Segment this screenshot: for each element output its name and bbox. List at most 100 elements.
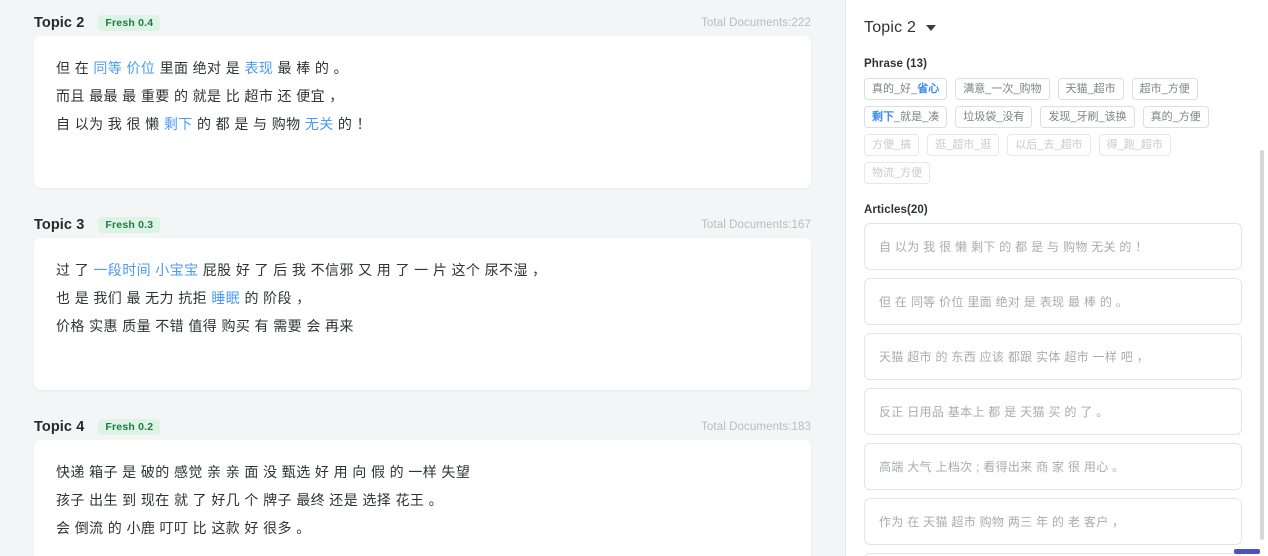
phrase-text: 方便_搞 (872, 139, 912, 151)
document-text: 最 棒 的 。 (273, 60, 349, 76)
document-line: 也 是 我们 最 无力 抗拒 睡眠 的 阶段 ， (56, 284, 789, 312)
phrase-tag-list: 真的_好_省心 满意_一次_购物 天猫_超市 超市_方便剩下_就是_凑 垃圾袋_没有 发现… (864, 78, 1234, 184)
article-card[interactable]: 反正 日用品 基本上 都 是 天猫 买 的 了 。 (864, 388, 1242, 435)
document-text: 但 在 (56, 60, 94, 76)
phrase-section-label: Phrase (13) (864, 58, 928, 70)
article-card[interactable]: 作为 在 天猫 超市 购物 两三 年 的 老 客户 ， (864, 498, 1242, 545)
article-text: 但 在 同等 价位 里面 绝对 是 表现 最 棒 的 。 (879, 295, 1129, 309)
article-text: 反正 日用品 基本上 都 是 天猫 买 的 了 。 (879, 405, 1109, 419)
article-card[interactable]: 但 在 同等 价位 里面 绝对 是 表现 最 棒 的 。 (864, 278, 1242, 325)
document-text: 的 阶段 ， (240, 290, 311, 306)
topics-list: Topic 2 Fresh 0.4 Total Documents:222 但 在 同… (0, 0, 845, 556)
phrase-tag[interactable]: 剩下_就是_凑 (864, 106, 948, 128)
phrase-text: 真的_好_ (872, 83, 918, 95)
scrollbar-thumb[interactable] (1260, 150, 1264, 540)
articles-section-label: Articles(20) (864, 204, 928, 216)
article-card[interactable]: 自 以为 我 很 懒 剩下 的 都 是 与 购物 无关 的 ！ (864, 223, 1242, 270)
topic-selector-dropdown[interactable]: Topic 2 (864, 14, 1242, 42)
article-text: 自 以为 我 很 懒 剩下 的 都 是 与 购物 无关 的 ！ (879, 240, 1148, 254)
phrase-tag[interactable]: 以后_去_超市 (1007, 134, 1091, 156)
document-text: 过 了 (56, 262, 94, 278)
phrase-tag[interactable]: 发现_牙刷_该换 (1040, 106, 1135, 128)
phrase-tag[interactable]: 天猫_超市 (1057, 78, 1124, 100)
document-line: 孩子 出生 到 现在 就 了 好几 个 牌子 最终 还是 选择 花王 。 (56, 486, 789, 514)
phrase-tag[interactable]: 真的_好_省心 (864, 78, 948, 100)
topic-header: Topic 2 Fresh 0.4 Total Documents:222 (34, 0, 811, 36)
topics-panel: Topic 2 Fresh 0.4 Total Documents:222 但 在 同… (0, 0, 845, 556)
topic-header: Topic 4 Fresh 0.2 Total Documents:183 (34, 404, 811, 440)
keyword-highlight: 同等 价位 (93, 60, 156, 76)
phrase-tag[interactable]: 得_跑_超市 (1098, 134, 1171, 156)
phrase-tag[interactable]: 垃圾袋_没有 (955, 106, 1033, 128)
topic-block: Topic 3 Fresh 0.3 Total Documents:167 过 了 一… (0, 202, 845, 390)
phrase-text: _就是_凑 (894, 111, 940, 123)
phrase-text: 垃圾袋_没有 (963, 111, 1025, 123)
phrase-text: 超市_方便 (1139, 83, 1190, 95)
topic-documents-card[interactable]: 过 了 一段时间 小宝宝 屁股 好 了 后 我 不信邪 又 用 了 一 片 这个… (34, 238, 811, 390)
document-line: 自 以为 我 很 懒 剩下 的 都 是 与 购物 无关 的 ！ (56, 110, 789, 138)
phrase-text: 物流_方便 (872, 167, 923, 179)
document-line: 价格 实惠 质量 不错 值得 购买 有 需要 会 再来 (56, 312, 789, 340)
document-text: 的 都 是 与 购物 (192, 116, 305, 132)
freshness-badge: Fresh 0.4 (98, 14, 161, 32)
phrase-tag[interactable]: 逛_超市_逛 (927, 134, 1000, 156)
article-text: 作为 在 天猫 超市 购物 两三 年 的 老 客户 ， (879, 515, 1125, 529)
freshness-badge: Fresh 0.3 (98, 216, 161, 234)
phrase-text: 真的_方便 (1150, 111, 1201, 123)
document-text: 孩子 出生 到 现在 就 了 好几 个 牌子 最终 还是 选择 花王 。 (56, 492, 443, 508)
document-text: 价格 实惠 质量 不错 值得 购买 有 需要 会 再来 (56, 318, 354, 334)
topic-title: Topic 2 (34, 15, 85, 31)
topic-documents-card[interactable]: 快递 箱子 是 破的 感觉 亲 亲 面 没 甄选 好 用 向 假 的 一样 失望… (34, 440, 811, 556)
app-root: Topic 2 Fresh 0.4 Total Documents:222 但 在 同… (0, 0, 1268, 556)
total-documents-count: Total Documents:167 (701, 219, 811, 231)
phrase-tag[interactable]: 满意_一次_购物 (955, 78, 1050, 100)
phrase-text: 逛_超市_逛 (935, 139, 992, 151)
keyword-highlight: 无关 (304, 116, 334, 132)
topic-title: Topic 4 (34, 419, 85, 435)
vertical-scrollbar[interactable] (1260, 0, 1264, 556)
document-text: 的 ！ (333, 116, 372, 132)
phrase-text: 发现_牙刷_该换 (1048, 111, 1127, 123)
phrase-highlight: 省心 (917, 83, 940, 95)
document-line: 但 在 同等 价位 里面 绝对 是 表现 最 棒 的 。 (56, 54, 789, 82)
phrase-tag[interactable]: 超市_方便 (1131, 78, 1198, 100)
total-documents-count: Total Documents:183 (701, 421, 811, 433)
topic-title: Topic 3 (34, 217, 85, 233)
chevron-down-icon (926, 25, 937, 31)
document-text: 会 倒流 的 小鹿 叮叮 比 这款 好 很多 。 (56, 520, 311, 536)
phrase-text: 满意_一次_购物 (963, 83, 1042, 95)
phrase-text: 天猫_超市 (1065, 83, 1116, 95)
document-line: 快递 箱子 是 破的 感觉 亲 亲 面 没 甄选 好 用 向 假 的 一样 失望 (56, 458, 789, 486)
keyword-highlight: 剩下 (163, 116, 193, 132)
detail-panel: Topic 2 Phrase (13) 真的_好_省心 满意_一次_购物 天猫_超市… (846, 0, 1268, 556)
article-card[interactable]: 天猫 超市 的 东西 应该 都跟 实体 超市 一样 吧 ， (864, 333, 1242, 380)
phrase-text: 以后_去_超市 (1015, 139, 1083, 151)
document-text: 也 是 我们 最 无力 抗拒 (56, 290, 212, 306)
phrase-text: 得_跑_超市 (1106, 139, 1163, 151)
total-documents-count: Total Documents:222 (701, 17, 811, 29)
topic-selector-label: Topic 2 (864, 19, 917, 36)
topic-block: Topic 4 Fresh 0.2 Total Documents:183 快递 箱子… (0, 404, 845, 556)
keyword-highlight: 一段时间 小宝宝 (93, 262, 199, 278)
keyword-highlight: 睡眠 (211, 290, 241, 306)
corner-accent-bar (1234, 549, 1260, 554)
article-text: 天猫 超市 的 东西 应该 都跟 实体 超市 一样 吧 ， (879, 350, 1150, 364)
phrase-tag[interactable]: 方便_搞 (864, 134, 920, 156)
document-text: 里面 绝对 是 (155, 60, 245, 76)
articles-list: 自 以为 我 很 懒 剩下 的 都 是 与 购物 无关 的 ！ 但 在 同等 价位… (864, 223, 1242, 556)
keyword-highlight: 表现 (244, 60, 274, 76)
document-text: 而且 最最 最 重要 的 就是 比 超市 还 便宜 ， (56, 88, 344, 104)
document-text: 快递 箱子 是 破的 感觉 亲 亲 面 没 甄选 好 用 向 假 的 一样 失望 (56, 464, 471, 480)
topic-header: Topic 3 Fresh 0.3 Total Documents:167 (34, 202, 811, 238)
phrase-tag[interactable]: 物流_方便 (864, 162, 931, 184)
article-text: 高端 大气 上档次 ; 看得出来 商 家 很 用心 。 (879, 460, 1125, 474)
article-card[interactable]: 高端 大气 上档次 ; 看得出来 商 家 很 用心 。 (864, 443, 1242, 490)
topic-documents-card[interactable]: 但 在 同等 价位 里面 绝对 是 表现 最 棒 的 。而且 最最 最 重要 的… (34, 36, 811, 188)
document-line: 会 倒流 的 小鹿 叮叮 比 这款 好 很多 。 (56, 514, 789, 542)
phrase-tag[interactable]: 真的_方便 (1142, 106, 1209, 128)
topic-block: Topic 2 Fresh 0.4 Total Documents:222 但 在 同… (0, 0, 845, 188)
document-line: 而且 最最 最 重要 的 就是 比 超市 还 便宜 ， (56, 82, 789, 110)
document-text: 屁股 好 了 后 我 不信邪 又 用 了 一 片 这个 尿不湿 ， (198, 262, 547, 278)
document-text: 自 以为 我 很 懒 (56, 116, 164, 132)
freshness-badge: Fresh 0.2 (98, 418, 161, 436)
